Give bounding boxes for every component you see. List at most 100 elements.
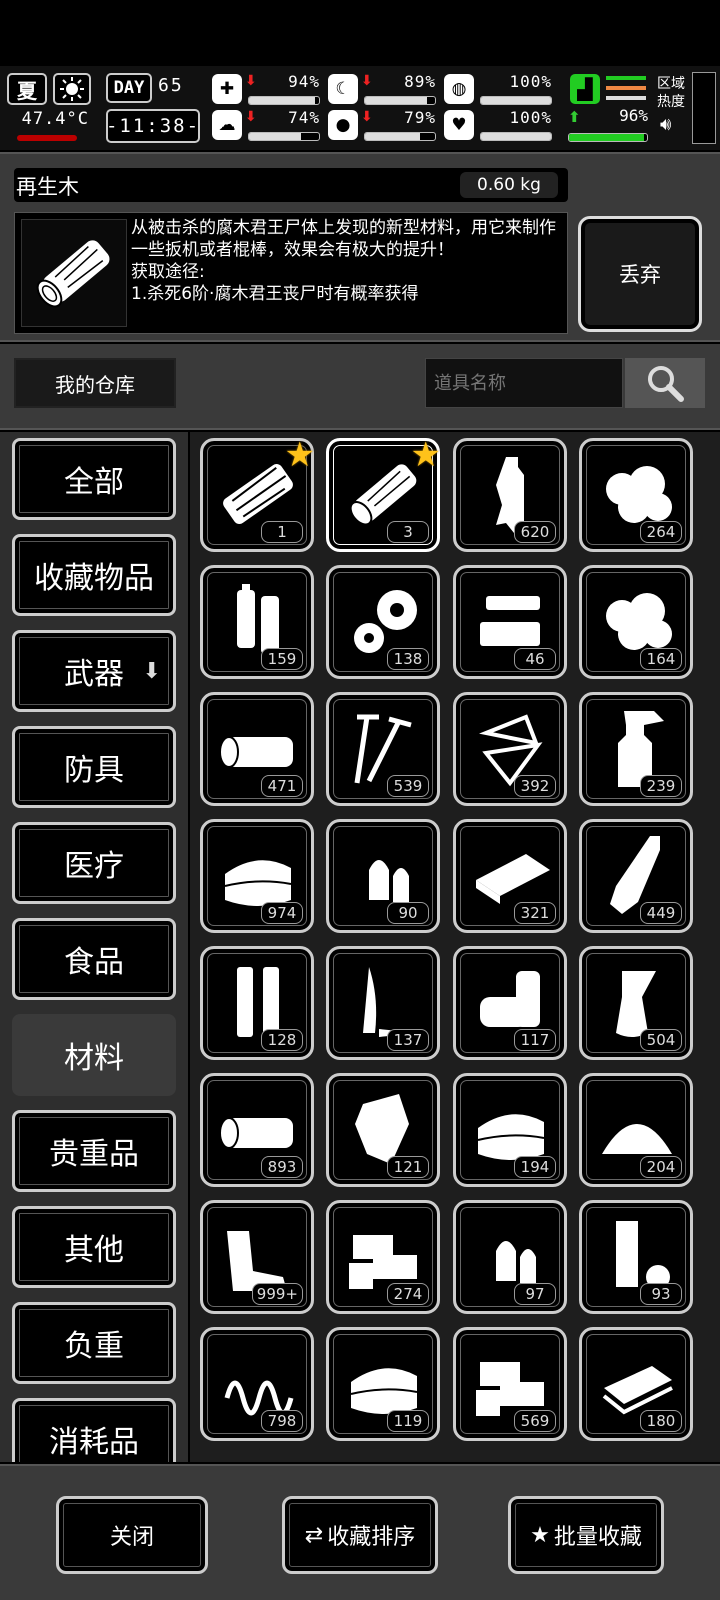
capacity-value: 96% — [619, 106, 648, 125]
inventory-slot[interactable]: ★ 1 — [200, 435, 315, 552]
sun-icon — [53, 73, 91, 105]
inventory-slot[interactable]: 93 — [579, 1200, 693, 1314]
inventory-slot[interactable]: 164 — [579, 565, 693, 679]
warehouse-tab[interactable]: 我的仓库 — [14, 358, 176, 408]
item-count: 180 — [640, 1410, 682, 1432]
inventory-slot[interactable]: 974 — [200, 819, 314, 933]
trend-down-icon: ⬇ — [361, 109, 373, 125]
item-count: 974 — [261, 902, 303, 924]
stomach-icon: ☾ — [328, 74, 358, 104]
category-medical[interactable]: 医疗 — [12, 822, 176, 904]
item-count: 504 — [640, 1029, 682, 1051]
category-materials[interactable]: 材料 — [12, 1014, 176, 1096]
inventory-slot[interactable]: 97 — [453, 1200, 567, 1314]
category-other[interactable]: 其他 — [12, 1206, 176, 1288]
search-input[interactable] — [425, 358, 623, 408]
sort-arrows-icon: ⇄ — [304, 1522, 324, 1548]
medkit-icon: ✚ — [212, 74, 242, 104]
capacity-line-green — [606, 76, 646, 80]
item-name: 再生木 — [16, 175, 79, 199]
inventory-slot[interactable]: 159 — [200, 565, 314, 679]
season-indicator: 夏 — [7, 73, 47, 105]
heart-value: 100% — [509, 108, 552, 127]
category-label: 材料 — [64, 1041, 124, 1076]
inventory-slot[interactable]: 138 — [326, 565, 440, 679]
stamina-bar-fill — [481, 97, 551, 104]
capacity-line-orange — [606, 86, 646, 90]
inventory-slot[interactable]: 180 — [579, 1327, 693, 1441]
inventory-slot[interactable]: 121 — [326, 1073, 440, 1187]
inventory-slot[interactable]: 471 — [200, 692, 314, 806]
capacity-bar-fill — [569, 134, 644, 141]
item-count: 1 — [261, 521, 303, 543]
category-label: 全部 — [64, 465, 124, 500]
inventory-slot[interactable]: 539 — [326, 692, 440, 806]
inventory-slot[interactable]: 999+ — [200, 1200, 314, 1314]
inventory-slot[interactable]: 194 — [453, 1073, 567, 1187]
inventory-slot[interactable]: 46 — [453, 565, 567, 679]
category-label: 消耗品 — [49, 1425, 139, 1460]
inventory-slot[interactable]: 798 — [200, 1327, 314, 1441]
inventory-slot[interactable]: 893 — [200, 1073, 314, 1187]
item-count: 274 — [387, 1283, 429, 1305]
item-count: 46 — [514, 648, 556, 670]
heart-bar — [480, 132, 552, 141]
category-label: 其他 — [64, 1233, 124, 1268]
category-food[interactable]: 食品 — [12, 918, 176, 1000]
stamina-bar — [480, 96, 552, 105]
trend-up-icon: ⬆ — [568, 108, 581, 126]
item-count: 539 — [387, 775, 429, 797]
health-value: 94% — [288, 72, 320, 91]
area-heat-meter — [692, 72, 716, 144]
batch-favorite-button[interactable]: ★ 批量收藏 — [508, 1496, 664, 1574]
status-bar: 夏 47.4°C DAY 65 -11:38- ✚ ⬇ 94% ☾ ⬇ 89% … — [0, 66, 720, 150]
boot-icon: ▟ — [570, 74, 600, 104]
inventory-slot[interactable]: 274 — [326, 1200, 440, 1314]
warehouse-label: 我的仓库 — [55, 372, 135, 397]
category-armor[interactable]: 防具 — [12, 726, 176, 808]
inventory-slot[interactable]: 504 — [579, 946, 693, 1060]
inventory-slot[interactable]: 117 — [453, 946, 567, 1060]
inventory-slot[interactable]: 392 — [453, 692, 567, 806]
discard-button[interactable]: 丢弃 — [578, 216, 702, 332]
search-button[interactable] — [625, 358, 705, 408]
inventory-slot[interactable]: 137 — [326, 946, 440, 1060]
speaker-icon[interactable]: 🔊︎ — [660, 114, 671, 135]
item-description: 从被击杀的腐木君王尸体上发现的新型材料，用它来制作一些扳机或者棍棒，效果会有极大… — [131, 218, 556, 304]
capacity-bar — [568, 133, 648, 142]
weight-capacity-panel: ▟ ⬆ 96% — [568, 72, 648, 144]
inventory-slot[interactable]: 264 — [579, 438, 693, 552]
area-heat-label: 区域 热度 — [657, 76, 685, 110]
inventory-slot[interactable]: 204 — [579, 1073, 693, 1187]
inventory-slot[interactable]: 119 — [326, 1327, 440, 1441]
category-consumables[interactable]: 消耗品 — [12, 1398, 176, 1462]
item-count: 137 — [387, 1029, 429, 1051]
inventory-slot[interactable]: 90 — [326, 819, 440, 933]
inventory-slot[interactable]: ★ 3 — [326, 435, 441, 552]
item-count: 128 — [261, 1029, 303, 1051]
inventory-slot[interactable]: 321 — [453, 819, 567, 933]
stat-thirst: ● ⬇ 79% — [328, 108, 440, 144]
inventory-slot[interactable]: 569 — [453, 1327, 567, 1441]
category-weapons[interactable]: 武器 ⬇ — [12, 630, 176, 712]
category-load[interactable]: 负重 — [12, 1302, 176, 1384]
inventory-slot[interactable]: 449 — [579, 819, 693, 933]
inventory-slot[interactable]: 239 — [579, 692, 693, 806]
season-label: 夏 — [17, 78, 37, 103]
item-description-box: 从被击杀的腐木君王尸体上发现的新型材料，用它来制作一些扳机或者棍棒，效果会有极大… — [14, 212, 568, 334]
inventory-slot[interactable]: 620 — [453, 438, 567, 552]
sort-favorites-button[interactable]: ⇄ 收藏排序 — [282, 1496, 438, 1574]
item-grid: ★ 1 ★ 3 620 264 159 138 46 164 471 539 392 239 974 90 32… — [190, 432, 720, 1462]
inventory-slot[interactable]: 128 — [200, 946, 314, 1060]
close-button[interactable]: 关闭 — [56, 1496, 208, 1574]
health-bar-fill — [249, 97, 315, 104]
category-all[interactable]: 全部 — [12, 438, 176, 520]
trend-down-icon: ⬇ — [361, 73, 373, 89]
item-count: 117 — [514, 1029, 556, 1051]
category-label: 防具 — [64, 753, 124, 788]
category-favorites[interactable]: 收藏物品 — [12, 534, 176, 616]
warehouse-bar: 我的仓库 — [0, 344, 720, 430]
mood-bar — [248, 132, 320, 141]
category-label: 贵重品 — [49, 1137, 139, 1172]
category-valuables[interactable]: 贵重品 — [12, 1110, 176, 1192]
